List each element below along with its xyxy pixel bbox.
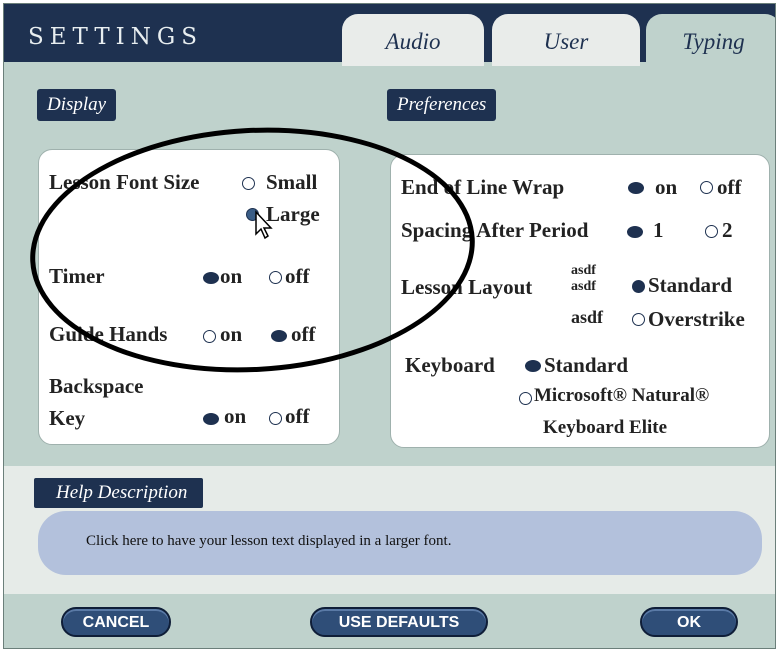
backspace-label-line2: Key (49, 406, 86, 430)
help-description-text: Click here to have your lesson text disp… (86, 533, 452, 549)
font-small-label: Small (266, 170, 318, 194)
spacing-2-label: 2 (722, 218, 733, 242)
guide-off-radio[interactable] (271, 330, 287, 342)
spacing-label: Spacing After Period (401, 218, 589, 242)
backspace-off-radio[interactable] (269, 412, 282, 425)
backspace-off-label: off (285, 404, 310, 428)
wrap-on-label: on (655, 175, 678, 199)
layout-standard-radio[interactable] (632, 280, 645, 293)
lesson-font-size-label: Lesson Font Size (49, 170, 200, 194)
wrap-off-label: off (717, 175, 742, 199)
timer-on-radio[interactable] (203, 272, 219, 284)
mouse-pointer-icon (255, 210, 273, 240)
guide-off-label: off (291, 322, 316, 346)
backspace-on-radio[interactable] (203, 413, 219, 425)
wrap-off-radio[interactable] (700, 181, 713, 194)
keyboard-standard-radio[interactable] (525, 360, 541, 372)
timer-off-radio[interactable] (269, 271, 282, 284)
timer-off-label: off (285, 264, 310, 288)
layout-sample-3: asdf (571, 307, 604, 327)
keyboard-natural-radio[interactable] (519, 392, 532, 405)
layout-overstrike-label: Overstrike (648, 307, 745, 331)
help-heading: Help Description (34, 478, 204, 508)
use-defaults-button[interactable]: USE DEFAULTS (310, 607, 488, 637)
layout-sample-1: asdf (571, 263, 596, 278)
tab-audio[interactable]: Audio (342, 14, 484, 66)
keyboard-natural-label-2: Keyboard Elite (543, 417, 668, 438)
help-description-box: Click here to have your lesson text disp… (38, 511, 762, 575)
layout-standard-label: Standard (648, 273, 733, 297)
wrap-label: End of Line Wrap (401, 175, 565, 199)
preferences-heading: Preferences (387, 89, 497, 121)
display-panel: Lesson Font Size Small Large Timer on of… (38, 149, 340, 445)
backspace-on-label: on (224, 404, 247, 428)
guide-hands-label: Guide Hands (49, 322, 168, 346)
layout-overstrike-radio[interactable] (632, 313, 645, 326)
spacing-2-radio[interactable] (705, 225, 718, 238)
keyboard-natural-label-1: Microsoft® Natural® (534, 385, 710, 406)
timer-on-label: on (220, 264, 243, 288)
keyboard-standard-label: Standard (544, 353, 629, 377)
keyboard-label: Keyboard (405, 353, 495, 377)
window-title: SETTINGS (28, 24, 203, 50)
cancel-button[interactable]: CANCEL (61, 607, 171, 637)
guide-on-radio[interactable] (203, 330, 216, 343)
tab-user[interactable]: User (492, 14, 640, 66)
wrap-on-radio[interactable] (628, 182, 644, 194)
backspace-label-line1: Backspace (49, 374, 144, 398)
ok-button[interactable]: OK (640, 607, 738, 637)
guide-on-label: on (220, 322, 243, 346)
header-bar: SETTINGS Audio User Typing (4, 4, 775, 66)
spacing-1-label: 1 (653, 218, 664, 242)
preferences-panel: End of Line Wrap on off Spacing After Pe… (390, 154, 770, 448)
display-heading: Display (37, 89, 117, 121)
tab-typing[interactable]: Typing (646, 14, 775, 66)
layout-label: Lesson Layout (401, 275, 533, 299)
spacing-1-radio[interactable] (627, 226, 643, 238)
layout-sample-2: asdf (571, 279, 596, 294)
font-small-radio[interactable] (242, 177, 255, 190)
timer-label: Timer (49, 264, 105, 288)
settings-window: SETTINGS Audio User Typing Display Lesso… (3, 3, 776, 649)
